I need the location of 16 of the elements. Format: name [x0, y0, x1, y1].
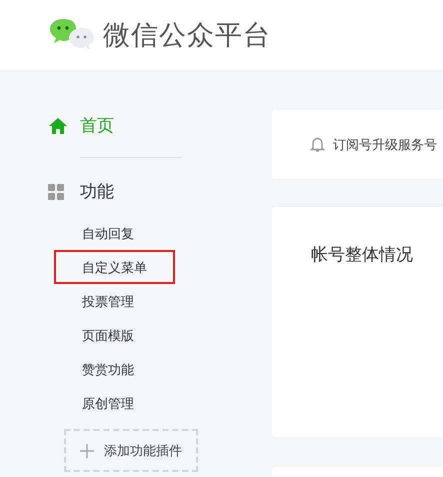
menu-item[interactable]: 投票管理: [54, 284, 175, 318]
menu-item[interactable]: 赞赏功能: [54, 352, 175, 386]
site-title: 微信公众平台: [103, 19, 271, 53]
notice-text: 订阅号升级服务号: [333, 136, 437, 154]
menu-item[interactable]: 自动回复: [54, 216, 175, 250]
add-plugin-button[interactable]: 添加功能插件: [64, 429, 198, 472]
menu-item[interactable]: 原创管理: [54, 386, 175, 420]
section-heading: 功能: [80, 181, 114, 203]
logo-icon: [49, 17, 97, 51]
grid-icon: [48, 184, 64, 200]
bell-icon: [310, 136, 325, 153]
menu-item[interactable]: 页面模版: [54, 318, 175, 352]
menu-item[interactable]: 自定义菜单: [54, 250, 175, 284]
plus-icon: [80, 444, 94, 458]
overview-title: 帐号整体情况: [311, 245, 413, 265]
home-icon: [48, 116, 68, 134]
